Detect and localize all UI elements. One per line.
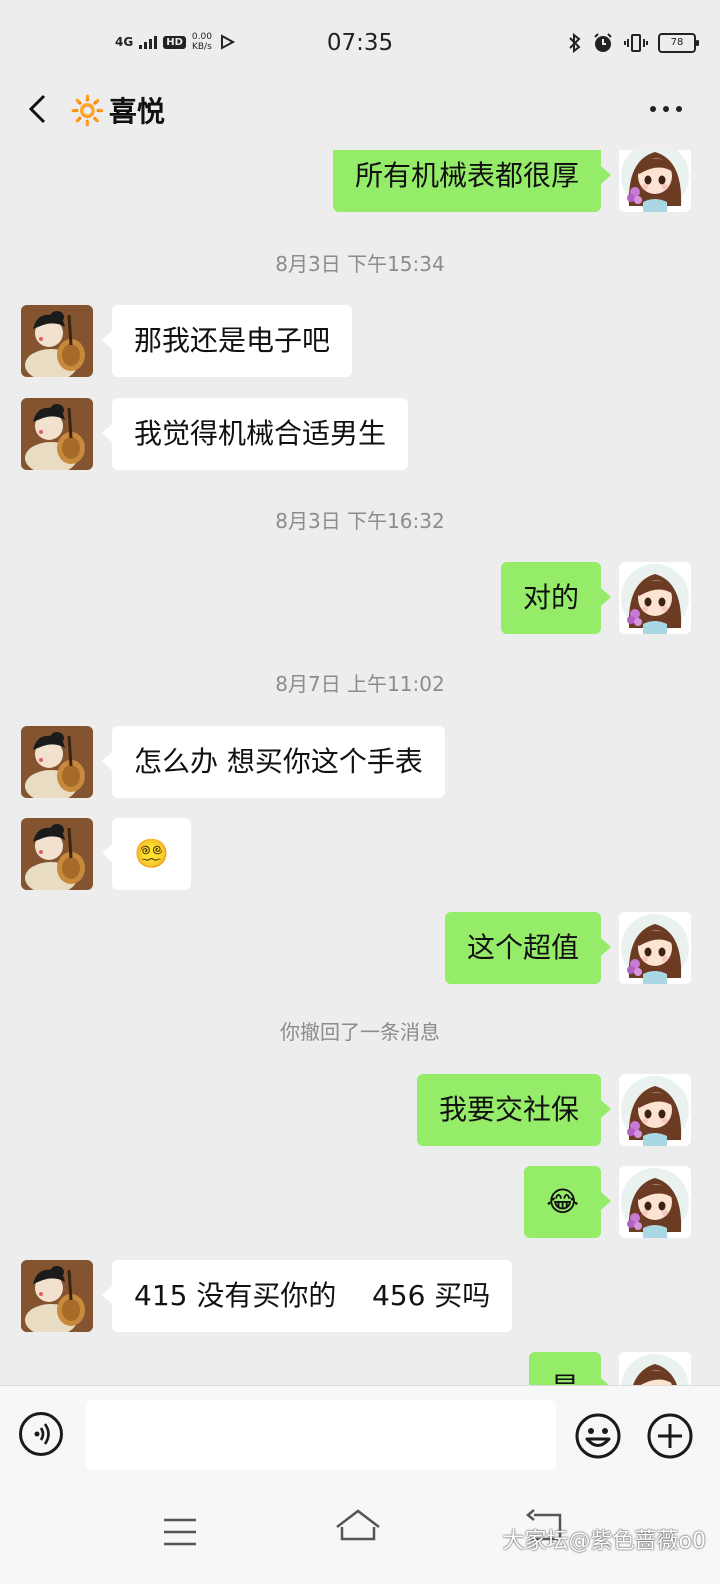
avatar[interactable] (21, 818, 93, 890)
sun-icon: 🔆 (70, 93, 105, 127)
message-bubble[interactable]: 415 没有买你的 456 买吗 (101, 1260, 513, 1332)
watermark: 大家坛@紫色蔷薇o0 (502, 1529, 706, 1554)
message-bubble[interactable]: 我觉得机械合适男生 (101, 398, 409, 470)
avatar[interactable] (21, 305, 93, 377)
timestamp: 8月7日 上午11:02 (275, 672, 445, 696)
status-right: 78 (568, 32, 699, 54)
recalled-notice: 你撤回了一条消息 (280, 1020, 440, 1044)
voice-icon[interactable] (19, 1412, 63, 1456)
avatar[interactable] (21, 398, 93, 470)
avatar[interactable] (619, 562, 691, 634)
message-bubble[interactable]: 是 (528, 1352, 612, 1385)
status-bar: 4G HD 0.00 KB/s 07:35 78 (0, 0, 720, 88)
message-bubble[interactable]: 我要交社保 (416, 1074, 612, 1146)
battery-icon: 78 (658, 33, 699, 53)
avatar[interactable] (21, 1260, 93, 1332)
battery-level: 78 (670, 37, 684, 48)
message-bubble[interactable]: 这个超值 (444, 912, 612, 984)
contact-name: 喜悦 (108, 95, 165, 128)
message-bubble[interactable]: 怎么办 想买你这个手表 (102, 726, 445, 798)
bluetooth-icon (569, 33, 581, 53)
vibrate-icon (624, 34, 648, 52)
alarm-icon (594, 33, 612, 52)
input-bar (0, 1385, 720, 1496)
chat-header: 🔆 喜悦 (0, 80, 720, 150)
avatar[interactable] (619, 1074, 691, 1146)
message-bubble[interactable]: 那我还是电子吧 (101, 305, 353, 377)
timestamp: 8月3日 下午16:32 (275, 509, 445, 533)
system-nav-bar: 大家坛@紫色蔷薇o0 (0, 1495, 720, 1584)
timestamp: 8月3日 下午15:34 (275, 252, 445, 276)
avatar[interactable] (619, 912, 691, 984)
home-icon[interactable] (334, 1507, 382, 1543)
plus-icon[interactable] (646, 1412, 694, 1460)
message-list[interactable]: 所有机械表都很厚 8月3日 下午15:34 那我还是电子吧 我觉得机械合适男生 … (0, 150, 720, 1385)
menu-icon[interactable] (163, 1517, 197, 1547)
chat-title: 🔆 喜悦 (70, 90, 165, 130)
message-bubble[interactable]: 对的 (500, 562, 612, 634)
dizzy-emoji-message[interactable]: 😵‍💫 (102, 818, 191, 890)
emoji-icon[interactable] (574, 1412, 622, 1460)
laughing-emoji-message[interactable]: 😂 (524, 1166, 611, 1238)
avatar[interactable] (21, 726, 93, 798)
avatar[interactable] (619, 1166, 691, 1238)
chevron-left-icon[interactable] (24, 94, 54, 124)
avatar[interactable] (619, 150, 691, 212)
avatar[interactable] (619, 1352, 691, 1385)
message-input[interactable] (86, 1400, 556, 1470)
message-bubble[interactable]: 所有机械表都很厚 (332, 150, 612, 212)
more-dots-icon[interactable] (650, 106, 682, 112)
